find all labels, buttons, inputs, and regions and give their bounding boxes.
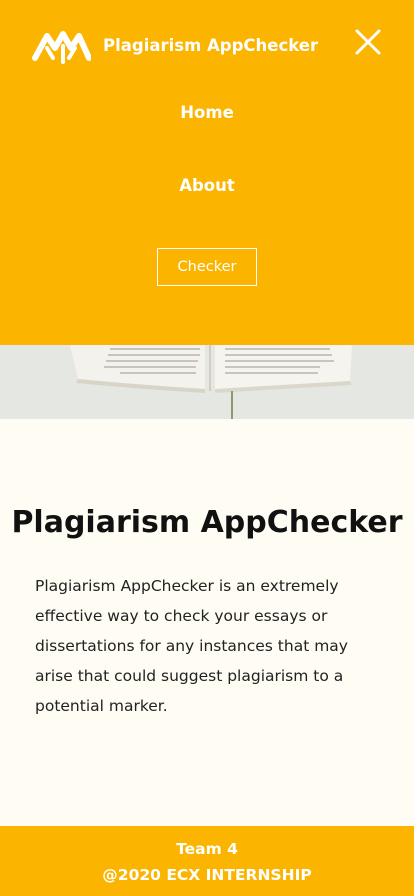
footer-copyright: @2020 ECX INTERNSHIP	[102, 866, 312, 884]
main-content: Plagiarism AppChecker Plagiarism AppChec…	[0, 419, 414, 826]
nav-menu: Plagiarism AppChecker Home About Checker	[0, 0, 414, 345]
nav-about-link[interactable]: About	[0, 176, 414, 195]
hero-image	[0, 345, 414, 419]
checker-button[interactable]: Checker	[157, 248, 257, 286]
page-title: Plagiarism AppChecker	[11, 505, 403, 540]
open-book-image	[0, 345, 414, 419]
close-icon[interactable]	[354, 28, 382, 56]
page-description: Plagiarism AppChecker is an extremely ef…	[35, 577, 348, 715]
footer: Team 4 @2020 ECX INTERNSHIP	[0, 826, 414, 896]
mountain-logo-icon[interactable]	[31, 28, 91, 66]
footer-team: Team 4	[176, 840, 238, 858]
nav-home-link[interactable]: Home	[0, 103, 414, 122]
brand-name[interactable]: Plagiarism AppChecker	[103, 36, 318, 55]
